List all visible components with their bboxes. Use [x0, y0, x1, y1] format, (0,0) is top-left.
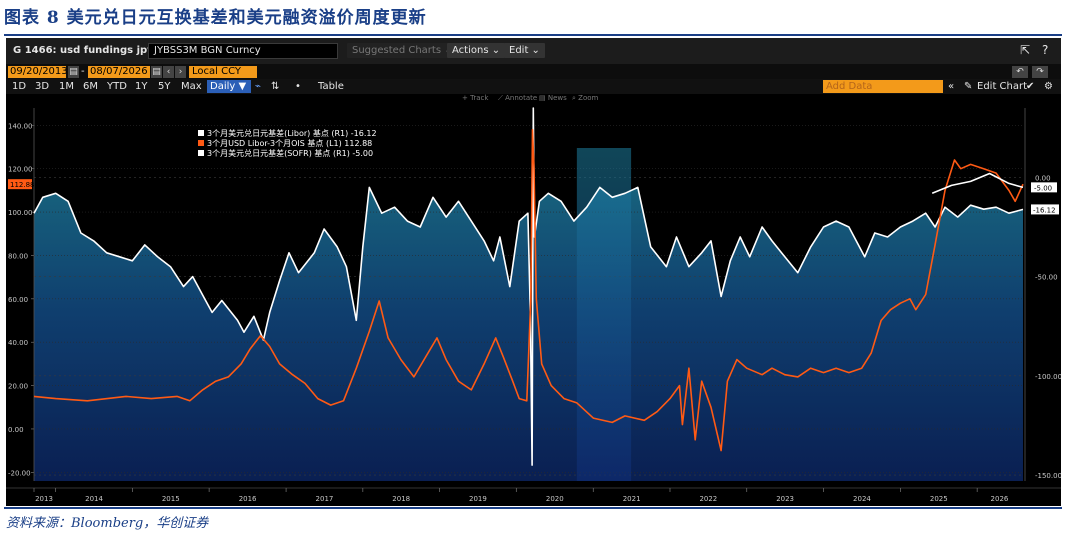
- left-tick-label: 80.00: [8, 252, 28, 260]
- x-tick-label: 2015: [162, 495, 180, 503]
- x-tick-label: 2016: [239, 495, 257, 503]
- right-tick-label: -50.00: [1035, 274, 1058, 282]
- legend-swatch-0: [198, 130, 204, 136]
- left-tick-label: 60.00: [8, 296, 28, 304]
- x-tick-label: 2020: [546, 495, 564, 503]
- libor-value-label: -16.12: [1033, 206, 1056, 214]
- left-tick-label: 100.00: [8, 209, 33, 217]
- left-tick-label: 0.00: [8, 426, 24, 434]
- x-tick-label: 2019: [469, 495, 487, 503]
- right-tick-label: -150.00: [1035, 472, 1061, 480]
- ois-value-label: 112.88: [10, 181, 35, 189]
- x-tick-label: 2022: [699, 495, 717, 503]
- x-tick-label: 2021: [623, 495, 641, 503]
- bloomberg-terminal: G 1466: usd fundings jpy JYBSS3M BGN Cur…: [6, 38, 1061, 506]
- legend-swatch-2: [198, 150, 204, 156]
- footer-rule: [4, 507, 1062, 509]
- left-tick-label: 20.00: [8, 383, 28, 391]
- chart-svg[interactable]: 140.00 120.00 100.00 80.00 60.00 40.00 20.00 0.…: [6, 38, 1061, 506]
- basis-area-fill: [34, 108, 1023, 481]
- x-tick-label: 2025: [930, 495, 948, 503]
- x-tick-label: 2013: [35, 495, 53, 503]
- left-tick-label: 120.00: [8, 166, 33, 174]
- legend-swatch-1: [198, 140, 204, 146]
- left-tick-label: -20.00: [8, 469, 31, 477]
- left-tick-label: 40.00: [8, 339, 28, 347]
- legend-entry-0: 3个月美元兑日元基差(Libor) 基点 (R1) -16.12: [207, 128, 377, 138]
- shaded-period: [576, 148, 632, 481]
- x-tick-label: 2014: [85, 495, 103, 503]
- x-tick-label: 2026: [991, 495, 1009, 503]
- x-tick-label: 2017: [316, 495, 334, 503]
- right-tick-label: -100.00: [1035, 373, 1061, 381]
- title-rule: [4, 34, 1062, 36]
- legend-entry-1: 3个月USD Libor-3个月OIS 基点 (L1) 112.88: [207, 138, 372, 148]
- figure-title: 图表 8 美元兑日元互换基差和美元融资溢价周度更新: [4, 8, 427, 28]
- x-tick-label: 2018: [392, 495, 410, 503]
- sofr-value-label: -5.00: [1034, 184, 1052, 192]
- right-tick-label: 0.00: [1035, 174, 1051, 182]
- legend-entry-2: 3个月美元兑日元基差(SOFR) 基点 (R1) -5.00: [207, 148, 373, 158]
- x-tick-label: 2023: [776, 495, 794, 503]
- source-note: 资料来源：Bloomberg，华创证券: [6, 516, 209, 531]
- x-tick-label: 2024: [853, 495, 871, 503]
- left-tick-label: 140.00: [8, 122, 33, 130]
